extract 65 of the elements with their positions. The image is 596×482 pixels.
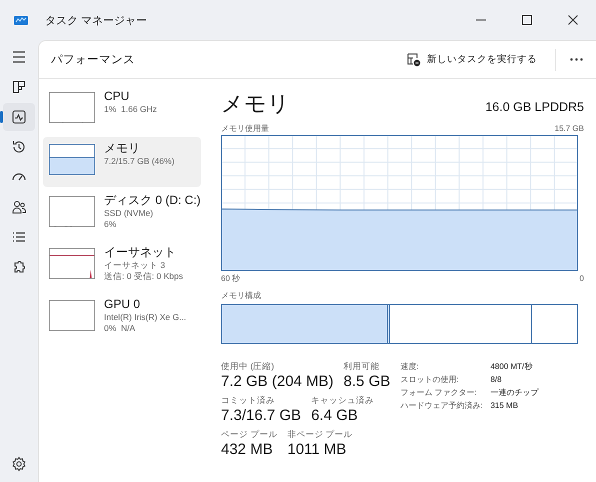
device-item[interactable]: CPU 1% 1.66 GHz bbox=[43, 85, 201, 135]
stat-value: 7.2 GB (204 MB) bbox=[221, 372, 334, 392]
thumbnail-graph bbox=[49, 300, 95, 331]
thumbnail-graph bbox=[49, 196, 95, 227]
new-task-icon bbox=[407, 52, 421, 66]
stat-value: 6.4 GB bbox=[311, 406, 359, 426]
device-name: GPU 0 bbox=[104, 297, 142, 312]
device-item[interactable]: GPU 0 Intel(R) Iris(R) Xe G... 0% N/A bbox=[43, 293, 201, 343]
spec-value: 315 MB bbox=[490, 400, 520, 412]
more-icon bbox=[570, 58, 582, 61]
device-item[interactable]: イーサネット イーサネット 3 送信: 0 受信: 0 Kbps bbox=[43, 241, 201, 291]
run-task-button[interactable]: 新しいタスクを実行する bbox=[399, 48, 545, 70]
device-detail: 0% N/A bbox=[104, 323, 136, 334]
device-detail: 6% bbox=[104, 219, 118, 230]
stat-value: 432 MB bbox=[221, 440, 274, 460]
menu-icon bbox=[11, 49, 27, 65]
spec-label: フォーム ファクター: bbox=[400, 387, 478, 399]
window-title: タスク マネージャー bbox=[45, 14, 148, 28]
device-detail: SSD (NVMe) bbox=[104, 208, 154, 219]
device-detail: 送信: 0 受信: 0 Kbps bbox=[104, 271, 183, 282]
spec-label: スロットの使用: bbox=[400, 374, 460, 386]
stat-value: 1011 MB bbox=[287, 440, 348, 460]
section-title: メモリ bbox=[221, 90, 290, 118]
maximize-icon bbox=[522, 15, 532, 25]
app-icon bbox=[14, 14, 28, 26]
stat-value: 7.3/16.7 GB bbox=[221, 406, 302, 426]
graph-label: メモリ使用量 bbox=[221, 123, 269, 134]
graph-label: メモリ構成 bbox=[221, 290, 262, 301]
page-title: パフォーマンス bbox=[51, 53, 136, 67]
stat-label: 非ページ プール bbox=[287, 428, 353, 440]
stat-label: コミット済み bbox=[221, 394, 276, 406]
axis-label: 60 秒 bbox=[221, 273, 240, 284]
thumbnail-graph bbox=[49, 248, 95, 279]
graph-max-label: 15.7 GB bbox=[554, 124, 584, 133]
users-icon bbox=[11, 199, 27, 215]
performance-tab[interactable] bbox=[3, 103, 35, 131]
thumbnail-graph bbox=[49, 92, 95, 123]
spec-label: 速度: bbox=[400, 361, 420, 373]
stat-label: 利用可能 bbox=[344, 360, 381, 372]
device-detail: 1% 1.66 GHz bbox=[104, 104, 157, 115]
device-item[interactable]: メモリ 7.2/15.7 GB (46%) bbox=[43, 137, 201, 187]
device-item[interactable]: ディスク 0 (D: C:) SSD (NVMe) 6% bbox=[43, 189, 201, 239]
device-name: CPU bbox=[104, 89, 130, 104]
device-name: メモリ bbox=[104, 141, 141, 156]
history-icon bbox=[11, 139, 27, 155]
stat-label: 使用中 (圧縮) bbox=[221, 360, 276, 372]
memory-capacity: 16.0 GB LPDDR5 bbox=[485, 100, 584, 114]
stat-value: 8.5 GB bbox=[344, 372, 390, 392]
axis-label: 0 bbox=[580, 274, 584, 283]
stat-label: キャッシュ済み bbox=[311, 394, 374, 406]
spec-value: 4800 MT/秒 bbox=[490, 361, 534, 373]
grid-icon bbox=[11, 79, 27, 95]
pulse-icon bbox=[11, 109, 27, 125]
device-detail: イーサネット 3 bbox=[104, 260, 166, 271]
device-detail: Intel(R) Iris(R) Xe G... bbox=[104, 312, 186, 323]
spec-value: 一連のチップ bbox=[490, 387, 538, 399]
settings-icon bbox=[11, 456, 27, 472]
stat-label: ページ プール bbox=[221, 428, 278, 440]
device-name: イーサネット bbox=[104, 245, 177, 260]
spec-value: 8/8 bbox=[490, 374, 503, 386]
device-detail: 7.2/15.7 GB (46%) bbox=[104, 156, 174, 167]
thumbnail-graph bbox=[49, 144, 95, 175]
close-icon bbox=[568, 15, 578, 25]
device-name: ディスク 0 (D: C:) bbox=[104, 193, 201, 208]
spec-label: ハードウェア予約済み: bbox=[400, 400, 482, 412]
